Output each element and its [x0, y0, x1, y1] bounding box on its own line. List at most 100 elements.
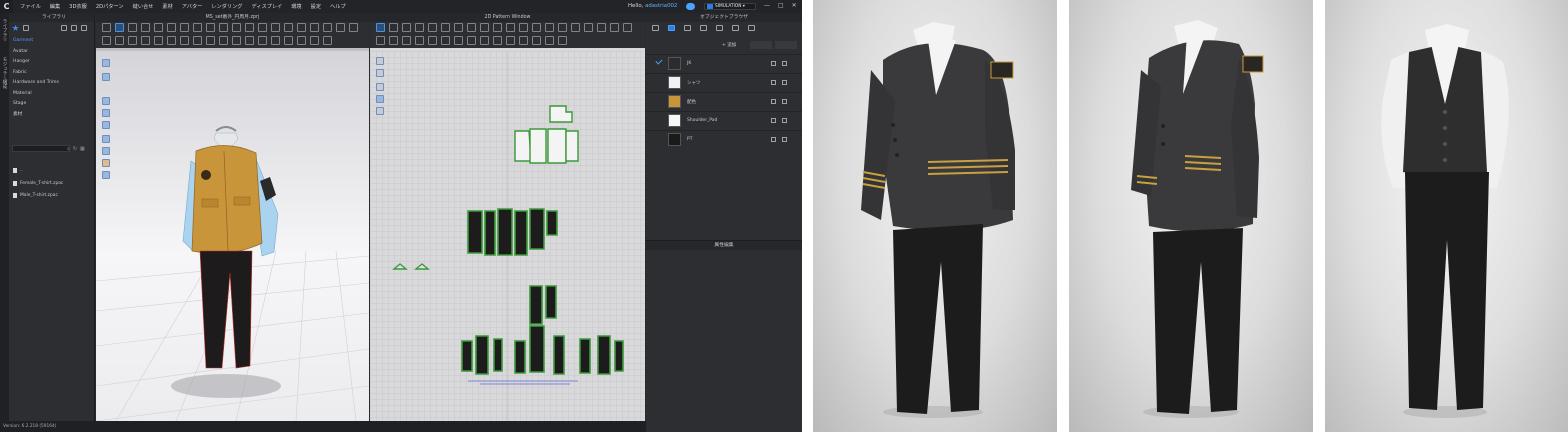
tool-icon[interactable] [519, 23, 528, 32]
view-tool-icon[interactable] [102, 171, 110, 179]
tool-icon[interactable] [545, 36, 554, 45]
tool-icon[interactable] [389, 36, 398, 45]
category-garment[interactable]: Garment [9, 36, 94, 47]
tool-icon[interactable] [310, 36, 319, 45]
tool-icon[interactable] [258, 36, 267, 45]
tool-icon[interactable] [558, 23, 567, 32]
view-tool-icon[interactable] [102, 135, 110, 143]
menu-environment[interactable]: 環境 [291, 3, 301, 10]
tool-icon[interactable] [441, 23, 450, 32]
tool-icon[interactable] [115, 23, 124, 32]
menu-display[interactable]: ディスプレイ [251, 3, 282, 10]
tool-icon[interactable] [245, 36, 254, 45]
pattern-canvas[interactable] [370, 51, 645, 421]
refresh-icon[interactable]: ↻ [73, 146, 77, 152]
fabric-tab-icon[interactable] [668, 25, 675, 31]
tool-icon[interactable] [154, 23, 163, 32]
view-tool-icon[interactable] [102, 97, 110, 105]
tool-icon[interactable] [167, 36, 176, 45]
menu-settings[interactable]: 設定 [311, 3, 321, 10]
material-properties-icon[interactable] [771, 99, 776, 104]
view-tool-icon[interactable] [102, 59, 110, 67]
tool-icon[interactable] [323, 23, 332, 32]
vtab-modular[interactable]: モジュラー構成 [1, 57, 7, 89]
tool-icon[interactable] [154, 36, 163, 45]
tool-icon[interactable] [519, 36, 528, 45]
tool-icon[interactable] [545, 23, 554, 32]
zipper-tab-icon[interactable] [716, 25, 723, 31]
tool-icon[interactable] [376, 36, 385, 45]
menu-2d-pattern[interactable]: 2Dパターン [96, 3, 124, 10]
tool-icon[interactable] [467, 36, 476, 45]
tool-icon[interactable] [532, 36, 541, 45]
material-item-pt[interactable]: PT [646, 130, 802, 148]
menu-materials[interactable]: 素材 [162, 3, 172, 10]
tool-icon[interactable] [454, 23, 463, 32]
add-material-button[interactable]: + 追加 [722, 42, 736, 48]
add-folder-icon[interactable] [81, 25, 87, 31]
tool-icon[interactable] [128, 36, 137, 45]
tool-icon[interactable] [402, 23, 411, 32]
simulation-mode-select[interactable]: SIMULATION ▾ [704, 3, 756, 10]
material-properties-icon[interactable] [771, 61, 776, 66]
tool-icon[interactable] [349, 23, 358, 32]
category-stage[interactable]: Stage [9, 99, 94, 110]
grid-view-icon[interactable]: ▦ [80, 146, 85, 152]
category-avatar[interactable]: Avatar [9, 47, 94, 58]
tool-icon[interactable] [180, 23, 189, 32]
tool-icon[interactable] [102, 23, 111, 32]
tool-icon[interactable] [310, 23, 319, 32]
tool-icon[interactable] [141, 36, 150, 45]
material-properties-icon[interactable] [771, 118, 776, 123]
tool-icon[interactable] [271, 36, 280, 45]
material-item-jk[interactable]: JK [646, 54, 802, 72]
tool-icon[interactable] [415, 36, 424, 45]
tool-icon[interactable] [558, 36, 567, 45]
user-greeting[interactable]: Hello, adastria002 [628, 3, 677, 9]
tool-icon[interactable] [102, 36, 111, 45]
tool-icon[interactable] [506, 23, 515, 32]
tool-icon[interactable] [284, 23, 293, 32]
folder-icon[interactable] [23, 25, 29, 31]
file-item-male-tshirt[interactable]: Male_T-shirt.zpac [13, 193, 58, 198]
graphic-tab-icon[interactable] [732, 25, 739, 31]
category-fabric[interactable]: Fabric [9, 68, 94, 79]
material-item-haishoku[interactable]: 配色 [646, 92, 802, 110]
tool-icon[interactable] [336, 23, 345, 32]
tool-icon[interactable] [597, 23, 606, 32]
file-item-parent[interactable]: .. [13, 168, 23, 173]
favorite-star-icon[interactable] [12, 24, 19, 31]
avatar-toggle-icon[interactable] [102, 159, 110, 167]
cloud-icon[interactable] [686, 3, 695, 10]
pattern-tool-icon[interactable] [376, 57, 384, 65]
tool-icon[interactable] [389, 23, 398, 32]
menu-avatar[interactable]: アバター [182, 3, 203, 10]
trim-tab-icon[interactable] [748, 25, 755, 31]
tool-icon[interactable] [623, 23, 632, 32]
tool-icon[interactable] [428, 36, 437, 45]
pattern-tool-icon[interactable] [376, 107, 384, 115]
tool-icon[interactable] [480, 36, 489, 45]
material-item-shirt[interactable]: シャツ [646, 73, 802, 91]
maximize-icon[interactable]: □ [778, 2, 784, 9]
tool-icon[interactable] [297, 36, 306, 45]
3d-viewport[interactable]: MS_set番外_円周月.zprj [96, 13, 369, 421]
tool-icon[interactable] [128, 23, 137, 32]
menu-file[interactable]: ファイル [20, 3, 41, 10]
tool-icon[interactable] [428, 23, 437, 32]
tool-icon[interactable] [219, 23, 228, 32]
tool-icon[interactable] [115, 36, 124, 45]
tool-icon[interactable] [141, 23, 150, 32]
tool-icon[interactable] [284, 36, 293, 45]
menu-edit[interactable]: 編集 [50, 3, 60, 10]
material-apply-icon[interactable] [782, 99, 787, 104]
tool-icon[interactable] [193, 23, 202, 32]
tool-icon[interactable] [219, 36, 228, 45]
vtab-library[interactable]: ライブラリ [1, 19, 7, 42]
tool-icon[interactable] [532, 23, 541, 32]
view-tool-icon[interactable] [102, 147, 110, 155]
tool-icon[interactable] [454, 36, 463, 45]
category-hardware-trims[interactable]: Hardware and Trims [9, 78, 94, 89]
pattern-tool-icon[interactable] [376, 83, 384, 91]
tool-icon[interactable] [480, 23, 489, 32]
